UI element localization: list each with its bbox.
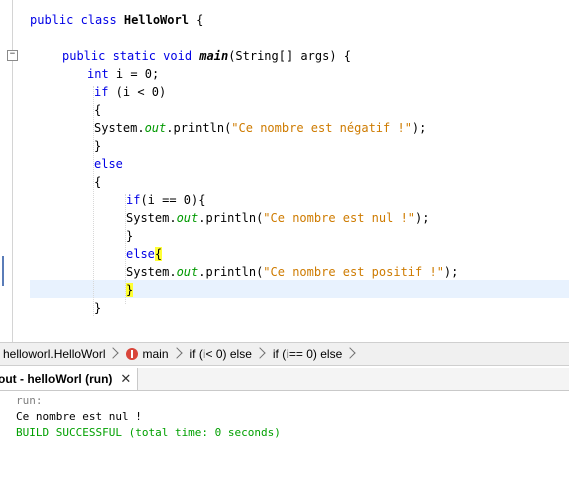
breadcrumb-label: == 0) else bbox=[288, 347, 343, 361]
breadcrumb-item-class[interactable]: helloworl.HelloWorl bbox=[0, 343, 123, 365]
code-token: ); bbox=[411, 121, 427, 135]
keyword: if bbox=[126, 193, 141, 207]
breadcrumb-label: helloworl.HelloWorl bbox=[3, 347, 106, 361]
code-token: .println( bbox=[198, 211, 264, 225]
keyword: public static void bbox=[62, 49, 200, 63]
code-line-15: System.out.println("Ce nombre est positi… bbox=[126, 263, 458, 281]
code-token: (i == 0){ bbox=[140, 193, 206, 207]
tab-label: out - helloWorl (run) bbox=[0, 372, 113, 386]
matched-brace: } bbox=[126, 283, 134, 297]
breadcrumb-label: if ( bbox=[272, 347, 287, 361]
code-token: .println( bbox=[166, 121, 232, 135]
code-token: i = 0; bbox=[108, 67, 160, 81]
string-literal: "Ce nombre est nul !" bbox=[263, 211, 416, 225]
code-token: } bbox=[126, 229, 134, 243]
output-tab-bar: out - helloWorl (run) ✕ bbox=[0, 368, 569, 391]
code-token: { bbox=[94, 175, 102, 189]
code-line-16: } bbox=[126, 281, 134, 299]
code-line-3: public static void main(String[] args) { bbox=[62, 47, 351, 65]
chevron-right-icon bbox=[109, 347, 119, 361]
keyword: int bbox=[87, 67, 109, 81]
output-line: run: bbox=[16, 394, 43, 407]
code-text: public class HelloWorl { public static v… bbox=[0, 0, 458, 342]
code-token: { bbox=[94, 103, 102, 117]
static-field: out bbox=[144, 121, 167, 135]
code-line-12: System.out.println("Ce nombre est nul !"… bbox=[126, 209, 429, 227]
code-line-5: if (i < 0) bbox=[94, 83, 166, 101]
matched-brace: { bbox=[154, 247, 163, 261]
code-line-1: public class HelloWorl { bbox=[30, 11, 203, 29]
close-icon[interactable]: ✕ bbox=[120, 368, 131, 390]
code-line-10: { bbox=[94, 173, 101, 191]
code-editor[interactable]: − public class HelloWorl { public static… bbox=[0, 0, 569, 342]
code-token: System. bbox=[126, 211, 177, 225]
code-token: (String[] args) { bbox=[228, 49, 352, 63]
code-line-4: int i = 0; bbox=[87, 65, 159, 83]
breadcrumb-label: if ( bbox=[189, 347, 203, 361]
code-line-8: } bbox=[94, 137, 101, 155]
current-line-highlight bbox=[30, 280, 569, 298]
code-token: ); bbox=[443, 265, 459, 279]
code-token: System. bbox=[94, 121, 145, 135]
code-line-13: } bbox=[126, 227, 133, 245]
code-token: ); bbox=[415, 211, 430, 225]
code-line-17: } bbox=[94, 299, 101, 317]
code-token: (i < 0) bbox=[108, 85, 167, 99]
static-field: out bbox=[176, 265, 199, 279]
code-line-7: System.out.println("Ce nombre est négati… bbox=[94, 119, 426, 137]
breadcrumb-item-method[interactable]: main bbox=[123, 343, 186, 365]
output-line: Ce nombre est nul ! bbox=[16, 410, 142, 423]
keyword: else bbox=[126, 247, 155, 261]
code-token: .println( bbox=[198, 265, 264, 279]
output-line: BUILD SUCCESSFUL (total time: 0 seconds) bbox=[16, 426, 281, 439]
code-token: { bbox=[188, 13, 204, 27]
code-line-9: else bbox=[94, 155, 123, 173]
breadcrumb-label: main bbox=[142, 347, 169, 361]
breadcrumb: helloworl.HelloWorl main if (i < 0) else… bbox=[0, 342, 569, 366]
keyword: else bbox=[94, 157, 123, 171]
code-line-14: else{ bbox=[126, 245, 163, 263]
code-token: } bbox=[94, 301, 102, 315]
string-literal: "Ce nombre est négatif !" bbox=[231, 121, 412, 135]
chevron-right-icon bbox=[173, 347, 183, 361]
output-console[interactable]: run: Ce nombre est nul ! BUILD SUCCESSFU… bbox=[0, 391, 569, 491]
breadcrumb-label: < 0) else bbox=[205, 347, 252, 361]
class-name: HelloWorl bbox=[123, 13, 189, 27]
code-token: System. bbox=[126, 265, 177, 279]
string-literal: "Ce nombre est positif !" bbox=[263, 265, 444, 279]
breadcrumb-item-if-1[interactable]: if (i < 0) else bbox=[187, 343, 270, 365]
code-token: } bbox=[94, 139, 102, 153]
code-line-6: { bbox=[94, 101, 101, 119]
chevron-right-icon bbox=[256, 347, 266, 361]
keyword: if bbox=[94, 85, 109, 99]
code-line-11: if(i == 0){ bbox=[126, 191, 205, 209]
method-name: main bbox=[199, 49, 229, 63]
static-field: out bbox=[176, 211, 199, 225]
keyword: public class bbox=[30, 13, 124, 27]
breadcrumb-item-if-2[interactable]: if (i == 0) else bbox=[270, 343, 360, 365]
tab-output-run[interactable]: out - helloWorl (run) ✕ bbox=[0, 368, 139, 390]
chevron-right-icon bbox=[346, 347, 356, 361]
method-icon bbox=[126, 348, 139, 360]
